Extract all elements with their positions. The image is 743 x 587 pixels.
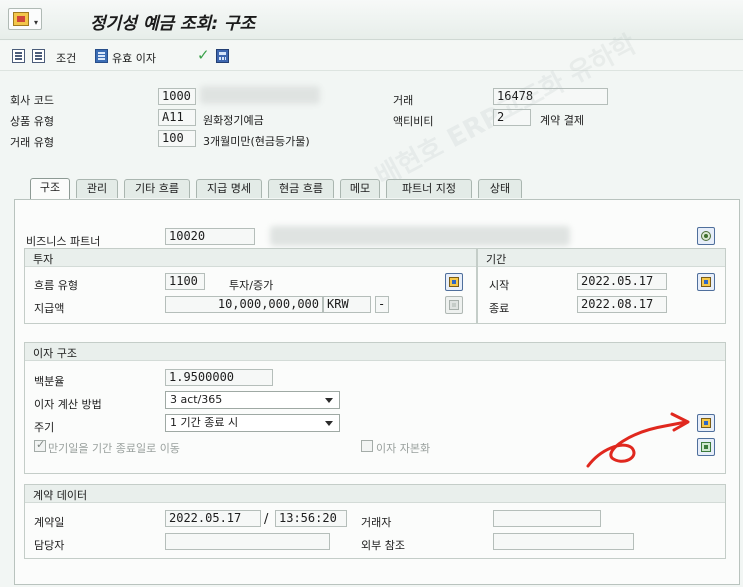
tab-payment-details[interactable]: 지급 명세 (196, 179, 262, 198)
external-ref-field[interactable] (493, 533, 634, 550)
table-icon (449, 300, 459, 310)
app-menu-icon[interactable]: ▾ (8, 8, 42, 30)
percentage-field[interactable]: 1.9500000 (165, 369, 273, 386)
contract-data-title: 계약 데이터 (33, 489, 88, 502)
period-title: 기간 (486, 253, 507, 266)
contract-time-field[interactable]: 13:56:20 (275, 510, 347, 527)
partner-search-button[interactable] (697, 227, 715, 245)
transaction-type-label: 거래 유형 (10, 136, 54, 149)
tab-management[interactable]: 관리 (76, 179, 118, 198)
sign-field[interactable]: - (375, 296, 389, 313)
external-ref-label: 외부 참조 (361, 539, 405, 552)
floating-interest-button[interactable]: 유효 이자 (112, 50, 156, 66)
amount-field[interactable]: 10,000,000,000 (165, 296, 323, 313)
period-detail-button[interactable] (697, 273, 715, 291)
company-code-field[interactable]: 1000 (158, 88, 196, 105)
tab-status[interactable]: 상태 (478, 179, 522, 198)
tab-structure[interactable]: 구조 (30, 178, 70, 199)
interest-structure-title: 이자 구조 (33, 347, 77, 360)
transaction-type-desc: 3개월미만(현금등가물) (203, 135, 310, 148)
transaction-type-field[interactable]: 100 (158, 130, 196, 147)
tab-partner-assignment[interactable]: 파트너 지정 (386, 179, 472, 198)
contract-date-field[interactable]: 2022.05.17 (165, 510, 261, 527)
trader-field[interactable] (493, 510, 601, 527)
chevron-down-icon (325, 421, 333, 426)
redacted-company-name (200, 86, 320, 104)
flow-type-label: 흐름 유형 (34, 279, 78, 292)
cycle-dropdown[interactable]: 1 기간 종료 시 (165, 414, 340, 432)
tab-other-flows[interactable]: 기타 흐름 (124, 179, 190, 198)
calculator-icon[interactable] (216, 49, 229, 63)
investment-title: 투자 (33, 253, 54, 266)
end-date-field[interactable]: 2022.08.17 (577, 296, 667, 313)
detail-icon (701, 277, 711, 287)
activity-field[interactable]: 2 (493, 109, 531, 126)
calc-method-label: 이자 계산 방법 (34, 398, 102, 411)
transaction-field[interactable]: 16478 (493, 88, 608, 105)
product-type-field[interactable]: A11 (158, 109, 196, 126)
cycle-label: 주기 (34, 421, 55, 434)
start-label: 시작 (489, 279, 510, 292)
tab-memo[interactable]: 메모 (340, 179, 380, 198)
amount-detail-button[interactable] (445, 296, 463, 314)
page-title: 정기성 예금 조회: 구조 (90, 14, 256, 34)
end-label: 종료 (489, 302, 510, 315)
transaction-label: 거래 (393, 94, 414, 107)
add-icon (701, 442, 711, 452)
activity-desc: 계약 결제 (540, 114, 584, 127)
responsible-field[interactable] (165, 533, 330, 550)
capitalization-label: 이자 자본화 (376, 442, 431, 455)
business-partner-field[interactable]: 10020 (165, 228, 255, 245)
detail-icon (449, 277, 459, 287)
interest-add-button[interactable] (697, 438, 715, 456)
start-date-field[interactable]: 2022.05.17 (577, 273, 667, 290)
conditions-button[interactable]: 조건 (56, 50, 76, 66)
calc-method-value: 3 act/365 (170, 393, 223, 406)
date-time-separator: / (264, 512, 269, 527)
floating-interest-icon[interactable] (95, 49, 108, 63)
product-type-label: 상품 유형 (10, 115, 54, 128)
cycle-value: 1 기간 종료 시 (170, 416, 239, 429)
shift-maturity-label: 만기일을 기간 종료일로 이동 (48, 442, 180, 455)
company-code-label: 회사 코드 (10, 94, 54, 107)
flow-type-field[interactable]: 1100 (165, 273, 205, 290)
contract-date-label: 계약일 (34, 516, 65, 529)
flow-detail-button[interactable] (445, 273, 463, 291)
percentage-label: 백분율 (34, 375, 65, 388)
detail-icon (701, 418, 711, 428)
shift-maturity-checkbox[interactable] (34, 438, 46, 452)
check-icon[interactable]: ✓ (197, 47, 210, 63)
capitalization-checkbox[interactable] (361, 440, 373, 452)
currency-field[interactable]: KRW (323, 296, 371, 313)
toolbar: 조건 유효 이자 ✓ (0, 41, 743, 71)
responsible-label: 담당자 (34, 539, 65, 552)
business-partner-label: 비즈니스 파트너 (26, 235, 101, 248)
calc-method-dropdown[interactable]: 3 act/365 (165, 391, 340, 409)
chevron-down-icon (325, 398, 333, 403)
flow-type-desc: 투자/증가 (229, 279, 274, 292)
interest-detail-button[interactable] (697, 414, 715, 432)
trader-label: 거래자 (361, 516, 392, 529)
amount-label: 지급액 (34, 302, 65, 315)
product-type-desc: 원화정기예금 (203, 114, 264, 127)
tab-cash-flow[interactable]: 현금 흐름 (268, 179, 334, 198)
list-icon[interactable] (32, 49, 45, 63)
magnifier-icon (701, 231, 711, 241)
activity-label: 액티비티 (393, 115, 434, 128)
title-bar: ▾ 정기성 예금 조회: 구조 (0, 0, 743, 40)
redacted-partner-name (270, 226, 570, 246)
document-icon[interactable] (12, 49, 25, 63)
